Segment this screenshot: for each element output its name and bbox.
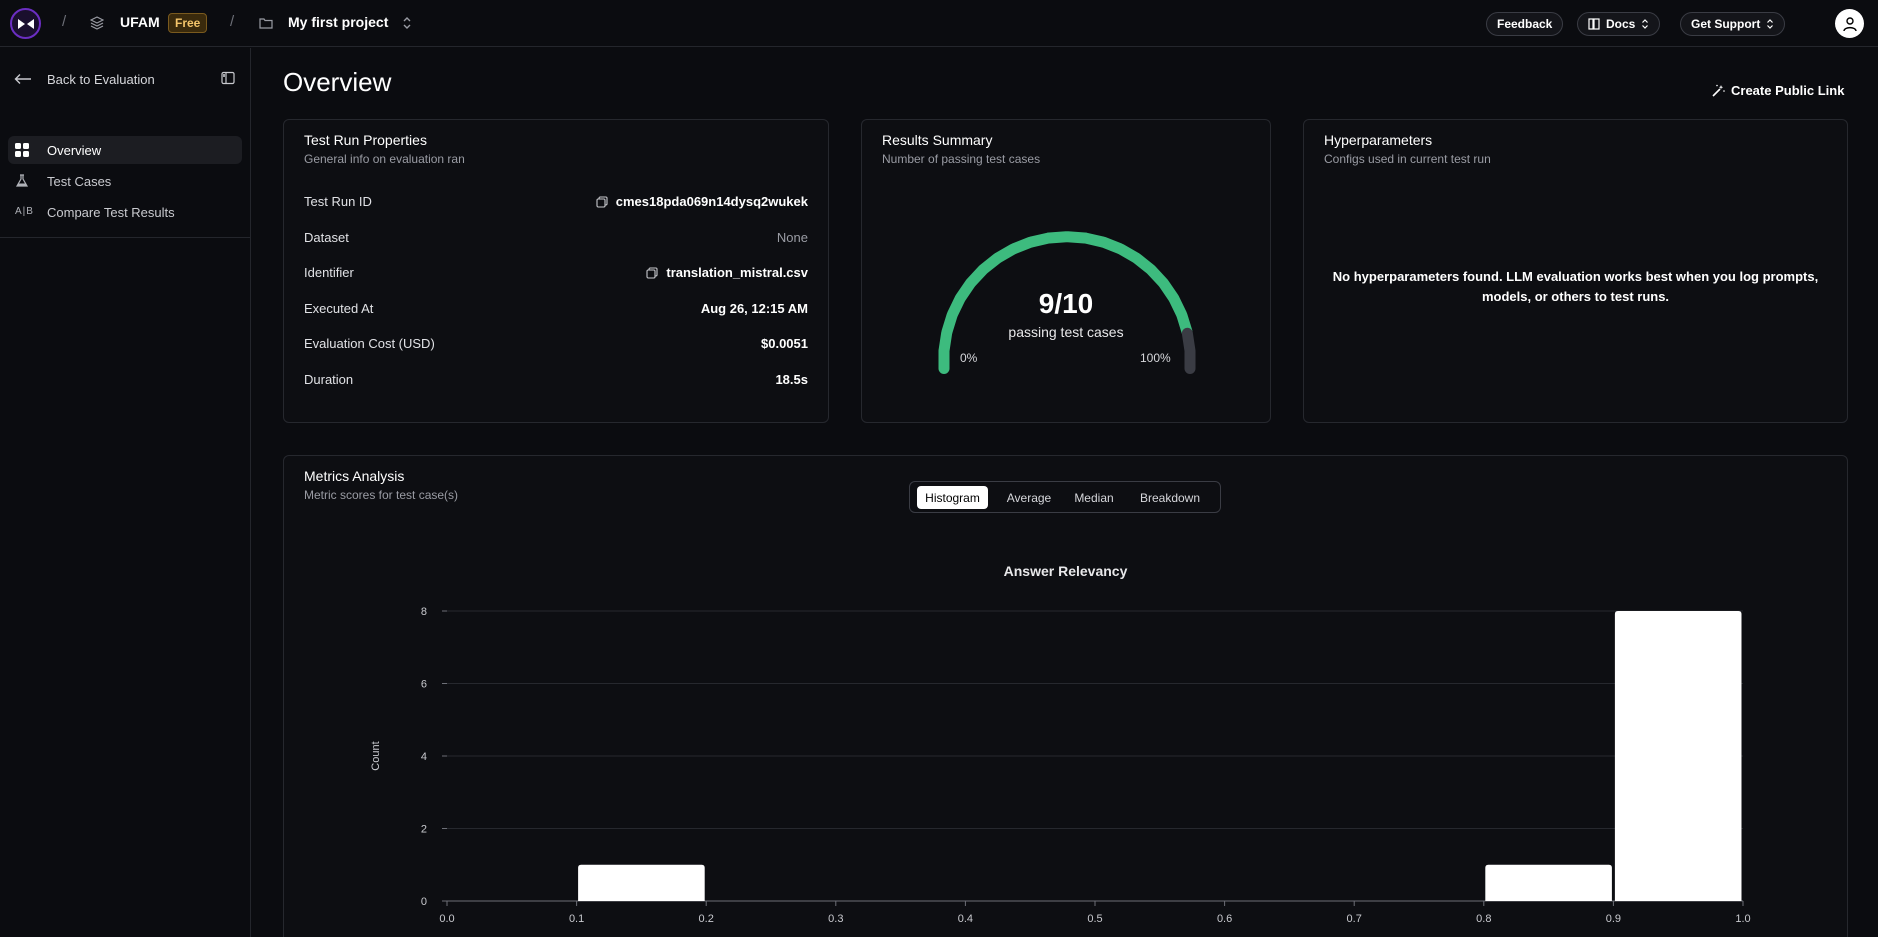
empty-state-message: No hyperparameters found. LLM evaluation… <box>1332 269 1819 304</box>
create-public-link-button[interactable]: Create Public Link <box>1711 83 1844 98</box>
magic-wand-icon <box>1712 84 1725 97</box>
chevron-updown-icon <box>1767 19 1774 29</box>
x-tick-label: 0.3 <box>828 913 843 925</box>
copy-icon[interactable] <box>646 266 658 279</box>
breadcrumb-separator: / <box>230 13 235 30</box>
card-title: Hyperparameters <box>1324 132 1433 148</box>
histogram-bar[interactable] <box>578 864 705 901</box>
chevron-updown-icon[interactable] <box>401 15 413 31</box>
x-tick-label: 0.7 <box>1347 913 1362 925</box>
property-value: translation_mistral.csv <box>646 265 808 280</box>
dataset-value: None <box>776 230 808 245</box>
sidebar-item-label: Compare Test Results <box>47 204 175 220</box>
gauge-max-label: 100% <box>1140 351 1171 365</box>
flask-icon <box>15 174 29 187</box>
arrow-left-icon <box>14 74 31 84</box>
property-key: Executed At <box>304 301 374 316</box>
property-key: Identifier <box>304 265 354 280</box>
sidebar-item-label: Overview <box>47 142 102 158</box>
property-key: Dataset <box>304 230 349 245</box>
card-title: Test Run Properties <box>304 132 427 148</box>
evaluation-cost-value: $0.0051 <box>761 336 808 351</box>
passing-caption: passing test cases <box>1008 324 1124 340</box>
y-axis-label: Count <box>370 741 382 770</box>
chevron-updown-icon <box>1642 19 1649 29</box>
x-tick-label: 0.5 <box>1087 913 1102 925</box>
top-bar: / UFAM Free / My first project Feedback … <box>0 0 1878 47</box>
docs-label: Docs <box>1606 17 1636 31</box>
grid-icon <box>15 143 29 157</box>
sidebar-item-label: Test Cases <box>47 173 112 189</box>
y-tick-label: 2 <box>421 824 427 836</box>
back-to-evaluation-link[interactable]: Back to Evaluation <box>14 68 238 90</box>
sidebar-item-compare-test-results[interactable]: A|B Compare Test Results <box>8 198 242 226</box>
y-tick-label: 8 <box>421 606 427 618</box>
book-icon <box>1588 18 1600 30</box>
property-key: Duration <box>304 372 354 387</box>
property-row: Executed At Aug 26, 12:15 AM <box>304 301 808 321</box>
user-icon <box>1842 16 1857 31</box>
x-tick-label: 0.0 <box>439 913 454 925</box>
sidebar-item-overview[interactable]: Overview <box>8 136 242 164</box>
y-tick-label: 6 <box>421 679 427 691</box>
app-logo-icon[interactable] <box>10 8 41 39</box>
layers-icon <box>90 16 104 30</box>
x-tick-label: 0.1 <box>569 913 584 925</box>
test-run-properties-card: Test Run Properties General info on eval… <box>283 119 829 423</box>
sidebar-nav: Overview Test Cases A|B Compare Test Res… <box>8 136 242 229</box>
sidebar-divider <box>0 237 250 238</box>
histogram-bar[interactable] <box>1614 611 1742 901</box>
duration-value: 18.5s <box>775 372 808 387</box>
identifier-value: translation_mistral.csv <box>666 265 808 280</box>
y-tick-label: 0 <box>421 896 427 908</box>
property-row: Identifier translation_mistral.csv <box>304 265 808 285</box>
docs-button[interactable]: Docs <box>1577 12 1661 36</box>
x-tick-label: 0.8 <box>1476 913 1491 925</box>
executed-at-value: Aug 26, 12:15 AM <box>700 301 808 316</box>
property-value: cmes18pda069n14dysq2wukek <box>596 194 808 209</box>
feedback-label: Feedback <box>1497 17 1553 31</box>
user-avatar[interactable] <box>1835 9 1864 38</box>
x-tick-label: 1.0 <box>1735 913 1750 925</box>
passing-gauge <box>938 231 1196 374</box>
test-run-id-value: cmes18pda069n14dysq2wukek <box>615 194 808 209</box>
hyperparameters-card: Hyperparameters Configs used in current … <box>1303 119 1848 423</box>
histogram-bar[interactable] <box>1485 864 1612 901</box>
property-row: Duration 18.5s <box>304 372 808 392</box>
gauge-min-label: 0% <box>960 351 978 365</box>
org-name[interactable]: UFAM <box>120 14 160 30</box>
breadcrumb-separator: / <box>62 13 67 30</box>
plan-badge: Free <box>168 13 208 33</box>
property-row: Test Run ID cmes18pda069n14dysq2wukek <box>304 194 808 214</box>
project-name[interactable]: My first project <box>288 14 388 30</box>
get-support-label: Get Support <box>1691 17 1761 31</box>
gauge-segment <box>1184 346 1196 374</box>
sidebar: Back to Evaluation Overview Test Cases A… <box>0 48 251 937</box>
create-public-link-label: Create Public Link <box>1731 83 1845 98</box>
x-tick-label: 0.9 <box>1606 913 1621 925</box>
property-key: Evaluation Cost (USD) <box>304 336 435 351</box>
sidebar-toggle-icon[interactable] <box>221 71 235 85</box>
property-key: Test Run ID <box>304 194 372 209</box>
get-support-button[interactable]: Get Support <box>1680 12 1786 36</box>
x-tick-label: 0.6 <box>1217 913 1232 925</box>
copy-icon[interactable] <box>596 195 608 208</box>
page-title: Overview <box>283 67 392 97</box>
metrics-analysis-card: Metrics Analysis Metric scores for test … <box>283 455 1848 937</box>
ab-icon: A|B <box>15 206 34 217</box>
feedback-button[interactable]: Feedback <box>1486 12 1564 36</box>
property-row: Evaluation Cost (USD) $0.0051 <box>304 336 808 356</box>
results-summary-card: Results Summary Number of passing test c… <box>861 119 1271 423</box>
x-tick-label: 0.4 <box>958 913 973 925</box>
card-subtitle: Configs used in current test run <box>1324 152 1491 166</box>
y-tick-label: 4 <box>421 751 427 763</box>
x-tick-label: 0.2 <box>699 913 714 925</box>
folder-icon <box>259 18 273 29</box>
property-row: Dataset None <box>304 230 808 250</box>
passing-score: 9/10 <box>1038 288 1094 319</box>
back-label: Back to Evaluation <box>47 71 155 87</box>
card-subtitle: General info on evaluation ran <box>304 152 465 166</box>
sidebar-item-test-cases[interactable]: Test Cases <box>8 167 242 195</box>
answer-relevancy-histogram: 0 2 4 6 8 0.0 0.1 0.2 0.3 0.4 0.5 0.6 0.7 0.8 0.9 1.0 Co… <box>370 606 1751 925</box>
